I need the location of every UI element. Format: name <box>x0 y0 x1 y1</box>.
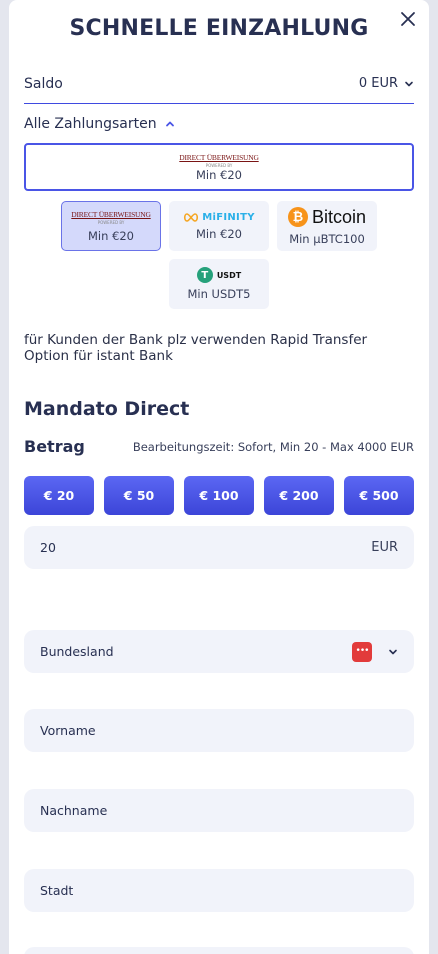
amount-preset-50-button[interactable]: € 50 <box>104 476 174 515</box>
amount-input[interactable]: 20 <box>40 540 371 555</box>
amount-info: Bearbeitungszeit: Sofort, Min 20 - Max 4… <box>132 440 414 454</box>
selected-payment-method[interactable]: DIRECT ÜBERWEISUNG POWERED BY Min €20 <box>24 143 414 191</box>
direct-ueberweisung-logo: DIRECT ÜBERWEISUNG POWERED BY <box>71 209 151 225</box>
balance-currency-select[interactable]: 0 EUR <box>359 76 414 91</box>
tether-icon: T <box>196 267 213 283</box>
city-field[interactable] <box>24 869 414 912</box>
payment-methods-toggle[interactable]: Alle Zahlungsarten <box>24 116 175 132</box>
bitcoin-icon: ₿ <box>287 207 308 227</box>
amount-preset-20-button[interactable]: € 20 <box>24 476 94 515</box>
modal-title: SCHNELLE EINZAHLUNG <box>69 16 369 41</box>
password-manager-icon[interactable]: ••• <box>352 641 372 662</box>
amount-preset-200-button[interactable]: € 200 <box>264 476 334 515</box>
amount-currency: EUR <box>371 540 398 555</box>
balance-label: Saldo <box>24 75 63 92</box>
balance-value: 0 EUR <box>358 76 398 91</box>
city-input[interactable] <box>40 883 398 898</box>
chevron-down-icon <box>389 649 397 654</box>
payment-tile-min: Min µBTC100 <box>289 231 365 246</box>
deposit-modal: SCHNELLE EINZAHLUNG Saldo 0 EUR Alle Zah… <box>9 0 429 954</box>
last-name-field[interactable] <box>24 789 414 832</box>
payment-tile-mifinity[interactable]: MiFINITY Min €20 <box>169 201 269 251</box>
balance-row[interactable]: Saldo 0 EUR <box>24 64 414 104</box>
state-label: Bundesland <box>40 644 114 659</box>
mifinity-logo: MiFINITY <box>183 212 254 223</box>
payment-methods-label: Alle Zahlungsarten <box>24 116 157 132</box>
last-name-input[interactable] <box>40 803 398 818</box>
selected-method-min: Min €20 <box>195 167 242 182</box>
bank-notice: für Kunden der Bank plz verwenden Rapid … <box>24 332 368 364</box>
payment-tile-min: Min €20 <box>195 226 242 241</box>
first-name-field[interactable] <box>24 709 414 752</box>
close-icon[interactable] <box>399 10 417 28</box>
amount-preset-500-button[interactable]: € 500 <box>344 476 414 515</box>
infinity-icon <box>184 212 199 222</box>
direct-ueberweisung-logo: DIRECT ÜBERWEISUNG POWERED BY <box>179 152 259 168</box>
method-title: Mandato Direct <box>24 398 190 420</box>
state-select[interactable]: Bundesland ••• <box>24 630 414 673</box>
payment-tile-usdt[interactable]: T USDT Min USDT5 <box>169 259 269 309</box>
usdt-logo: T USDT <box>196 267 241 283</box>
chevron-down-icon <box>405 81 413 86</box>
payment-tile-bitcoin[interactable]: ₿ Bitcoin Min µBTC100 <box>277 201 377 251</box>
bitcoin-logo: ₿ Bitcoin <box>287 207 366 228</box>
chevron-up-icon <box>165 121 174 127</box>
payment-tile-direct[interactable]: DIRECT ÜBERWEISUNG POWERED BY Min €20 <box>61 201 161 251</box>
payment-tile-min: Min €20 <box>87 228 134 243</box>
amount-preset-100-button[interactable]: € 100 <box>184 476 254 515</box>
amount-label: Betrag <box>24 437 85 456</box>
first-name-input[interactable] <box>40 723 398 738</box>
amount-field[interactable]: 20 EUR <box>24 526 414 569</box>
payment-tile-min: Min USDT5 <box>187 287 251 301</box>
next-field[interactable] <box>24 947 414 954</box>
